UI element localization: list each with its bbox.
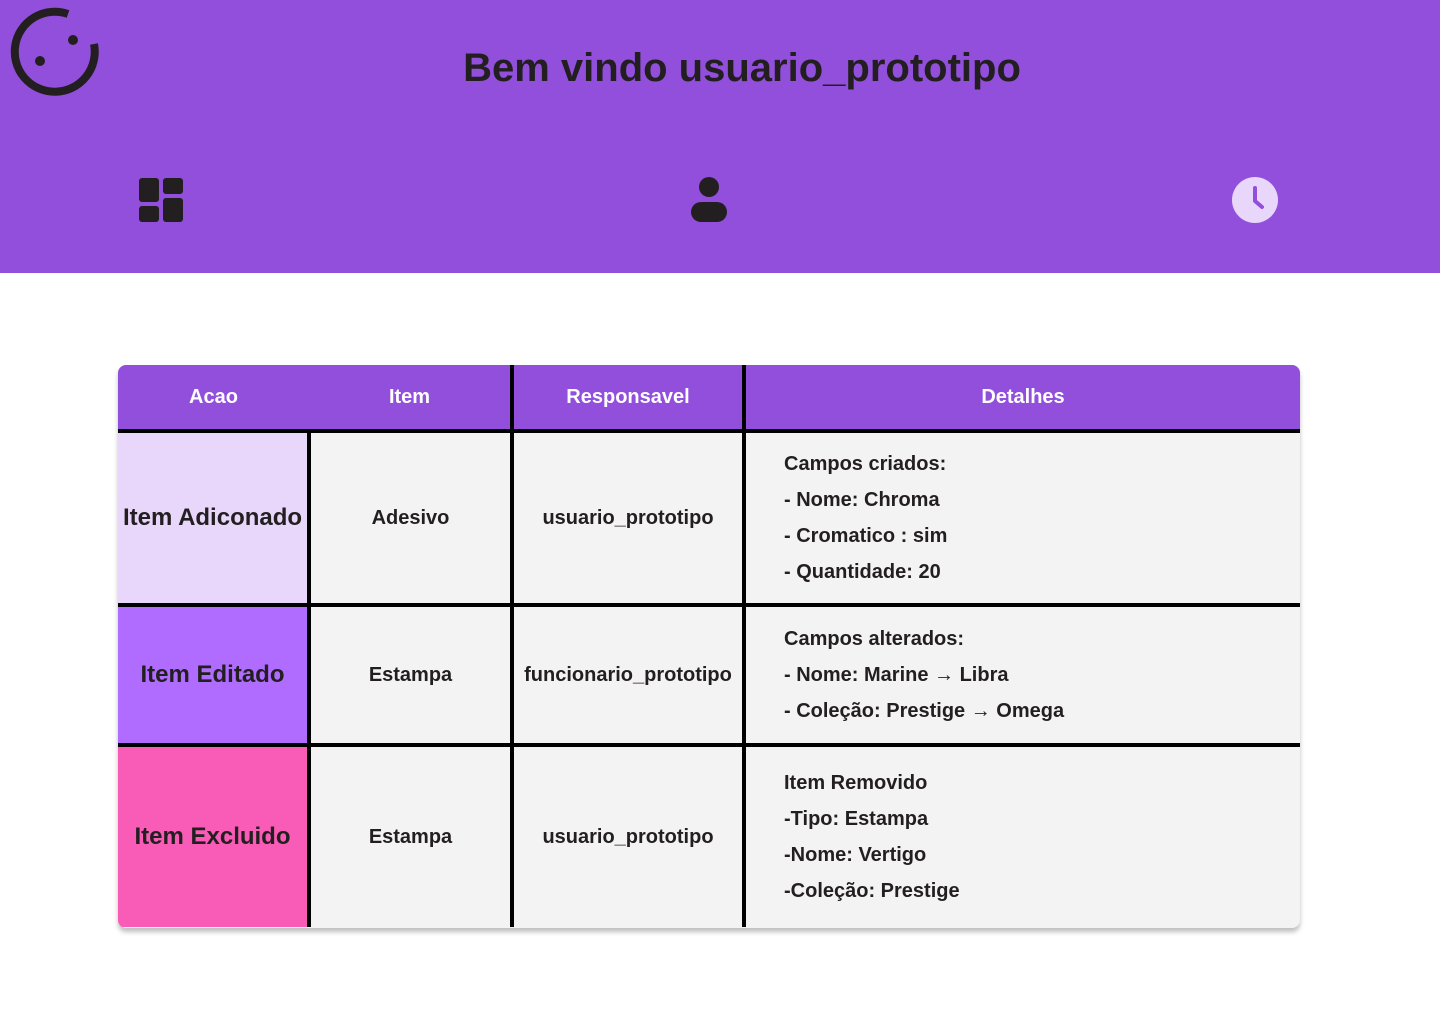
column-header-acao: Acao [118,365,309,433]
nav-history-button[interactable] [1231,176,1279,224]
details-cell: Item Removido -Tipo: Estampa -Nome: Vert… [744,745,1300,927]
details-line: -Tipo: Estampa [784,808,929,830]
details-line: - Quantidade: 20 [784,561,941,583]
details-line: -Coleção: Prestige [784,880,960,902]
history-table: Acao Item Responsavel Detalhes Item Adic… [118,365,1300,927]
item-cell: Estampa [309,605,514,747]
item-cell: Estampa [309,745,514,927]
responsible-cell: usuario_prototipo [512,745,746,927]
dashboard-icon [139,178,183,222]
details-line: -Nome: Vertigo [784,844,927,866]
action-cell-deleted: Item Excluido [118,745,311,927]
responsible-cell: funcionario_prototipo [512,605,746,747]
user-icon [691,177,727,222]
welcome-title: Bem vindo usuario_prototipo [463,46,1021,90]
action-cell-edited: Item Editado [118,605,311,747]
details-title: Item Removido [784,772,928,794]
details-cell: Campos alterados: - Nome: Marine → Libra… [744,605,1300,747]
nav-profile-button[interactable] [689,176,729,224]
action-cell-added: Item Adiconado [118,431,311,607]
nav-dashboard-button[interactable] [139,178,183,222]
details-line: - Nome: Marine → Libra [784,664,1009,686]
details-line: - Nome: Chroma [784,489,940,511]
details-title: Campos criados: [784,453,947,475]
clock-icon [1232,177,1278,223]
item-cell: Adesivo [309,431,514,607]
details-line: - Coleção: Prestige → Omega [784,700,1065,722]
table-row: Item Excluido Estampa usuario_prototipo … [118,745,1300,927]
table-row: Item Adiconado Adesivo usuario_prototipo… [118,431,1300,607]
app-header: Bem vindo usuario_prototipo [0,0,1440,273]
responsible-cell: usuario_prototipo [512,431,746,607]
column-header-responsavel: Responsavel [512,365,746,433]
details-cell: Campos criados: - Nome: Chroma - Cromati… [744,431,1300,607]
details-line: - Cromatico : sim [784,525,948,547]
details-title: Campos alterados: [784,628,965,650]
table-header-row: Acao Item Responsavel Detalhes [118,365,1300,433]
history-table-container: Acao Item Responsavel Detalhes Item Adic… [118,365,1300,928]
column-header-detalhes: Detalhes [744,365,1300,433]
column-header-item: Item [309,365,514,433]
table-row: Item Editado Estampa funcionario_prototi… [118,605,1300,747]
